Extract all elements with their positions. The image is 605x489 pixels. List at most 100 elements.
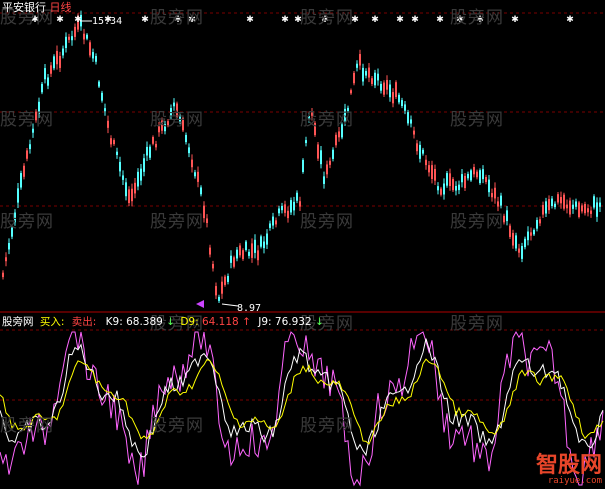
- candle-body: [506, 210, 508, 222]
- candle-body: [116, 151, 118, 156]
- candle-body: [50, 65, 52, 74]
- candle-body: [551, 198, 553, 207]
- candle-body: [362, 67, 364, 82]
- candle-body: [512, 232, 514, 246]
- candle-body: [29, 144, 31, 150]
- candle-body: [293, 201, 295, 211]
- candle-body: [263, 241, 265, 249]
- candle-body: [11, 227, 13, 237]
- indicator-panel-name[interactable]: 股旁网: [2, 316, 34, 328]
- candle-body: [164, 124, 166, 132]
- candle-body: [536, 220, 538, 229]
- candle-body: [308, 115, 310, 120]
- stock-name[interactable]: 平安银行: [2, 1, 46, 14]
- candle-body: [377, 73, 379, 81]
- candle-body: [290, 200, 292, 213]
- candle-body: [431, 165, 433, 179]
- candlestick-series: [2, 10, 601, 303]
- candle-body: [59, 55, 61, 68]
- candle-body: [260, 236, 262, 247]
- candle-body: [353, 72, 355, 84]
- candle-body: [335, 134, 337, 146]
- candle-body: [272, 216, 274, 226]
- signal-star-icon: ✱: [56, 15, 64, 25]
- candle-body: [593, 196, 595, 208]
- candle-body: [8, 243, 10, 250]
- candle-body: [374, 72, 376, 86]
- candle-body: [119, 161, 121, 172]
- candle-body: [548, 199, 550, 211]
- candle-body: [464, 175, 466, 189]
- signal-star-icon: ✱: [511, 15, 519, 25]
- candle-body: [359, 54, 361, 66]
- candle-body: [449, 173, 451, 187]
- candle-body: [344, 108, 346, 121]
- candle-body: [323, 176, 325, 184]
- candle-body: [44, 68, 46, 80]
- candle-body: [41, 83, 43, 93]
- signal-star-icon: ✱: [476, 15, 484, 25]
- candle-body: [539, 219, 541, 224]
- candle-body: [236, 249, 238, 259]
- candle-body: [494, 187, 496, 199]
- candle-body: [437, 186, 439, 191]
- candle-body: [326, 164, 328, 175]
- purple-pointer-icon: [196, 300, 204, 308]
- signal-star-icon: ✱: [371, 15, 379, 25]
- candle-body: [365, 71, 367, 76]
- signal-star-icon: ✱: [351, 15, 359, 25]
- candle-body: [368, 67, 370, 78]
- buy-label: 买入:: [39, 316, 65, 328]
- candle-body: [206, 218, 208, 224]
- candle-body: [545, 201, 547, 214]
- period-label[interactable]: 日线: [50, 1, 72, 14]
- candle-body: [251, 243, 253, 258]
- candle-body: [224, 276, 226, 285]
- candle-body: [554, 203, 556, 208]
- candle-body: [23, 165, 25, 177]
- candle-body: [281, 205, 283, 211]
- kline-chart[interactable]: ✱ ✱ ✱ ✱ ✱ ✱ ✱ ✱ ✱ ✱ ✱ ✱ ✱ ✱ ✱ ✱ ✱ ✱ ✱ ✱ 15.34 8.97: [0, 0, 605, 489]
- candle-body: [299, 201, 301, 207]
- candle-body: [581, 205, 583, 212]
- candle-body: [65, 36, 67, 49]
- candle-body: [350, 90, 352, 94]
- candle-body: [341, 124, 343, 138]
- candle-body: [563, 194, 565, 209]
- candle-body: [128, 189, 130, 203]
- candle-body: [197, 171, 199, 182]
- candle-body: [248, 251, 250, 256]
- candle-body: [275, 220, 277, 225]
- candle-body: [488, 179, 490, 193]
- candle-body: [68, 36, 70, 40]
- candle-body: [455, 185, 457, 191]
- candle-body: [482, 169, 484, 180]
- candle-body: [443, 183, 445, 195]
- candle-body: [215, 286, 217, 296]
- candle-body: [395, 82, 397, 98]
- candle-body: [242, 250, 244, 260]
- candle-body: [257, 250, 259, 261]
- candle-body: [269, 223, 271, 228]
- candle-body: [101, 92, 103, 101]
- candle-body: [503, 215, 505, 223]
- candle-body: [302, 159, 304, 172]
- candle-body: [566, 204, 568, 209]
- signal-star-icon: ✱: [246, 15, 254, 25]
- candle-body: [35, 111, 37, 121]
- candle-body: [542, 205, 544, 215]
- candle-body: [182, 117, 184, 131]
- candle-body: [131, 188, 133, 202]
- candle-body: [209, 247, 211, 255]
- candle-body: [137, 171, 139, 187]
- candle-body: [578, 202, 580, 217]
- price-grid: [0, 12, 605, 207]
- candle-body: [179, 114, 181, 123]
- candle-body: [20, 173, 22, 188]
- candle-body: [392, 92, 394, 104]
- candle-body: [125, 182, 127, 197]
- candle-body: [314, 122, 316, 136]
- candle-body: [296, 192, 298, 201]
- candle-body: [203, 205, 205, 219]
- candle-body: [170, 108, 172, 116]
